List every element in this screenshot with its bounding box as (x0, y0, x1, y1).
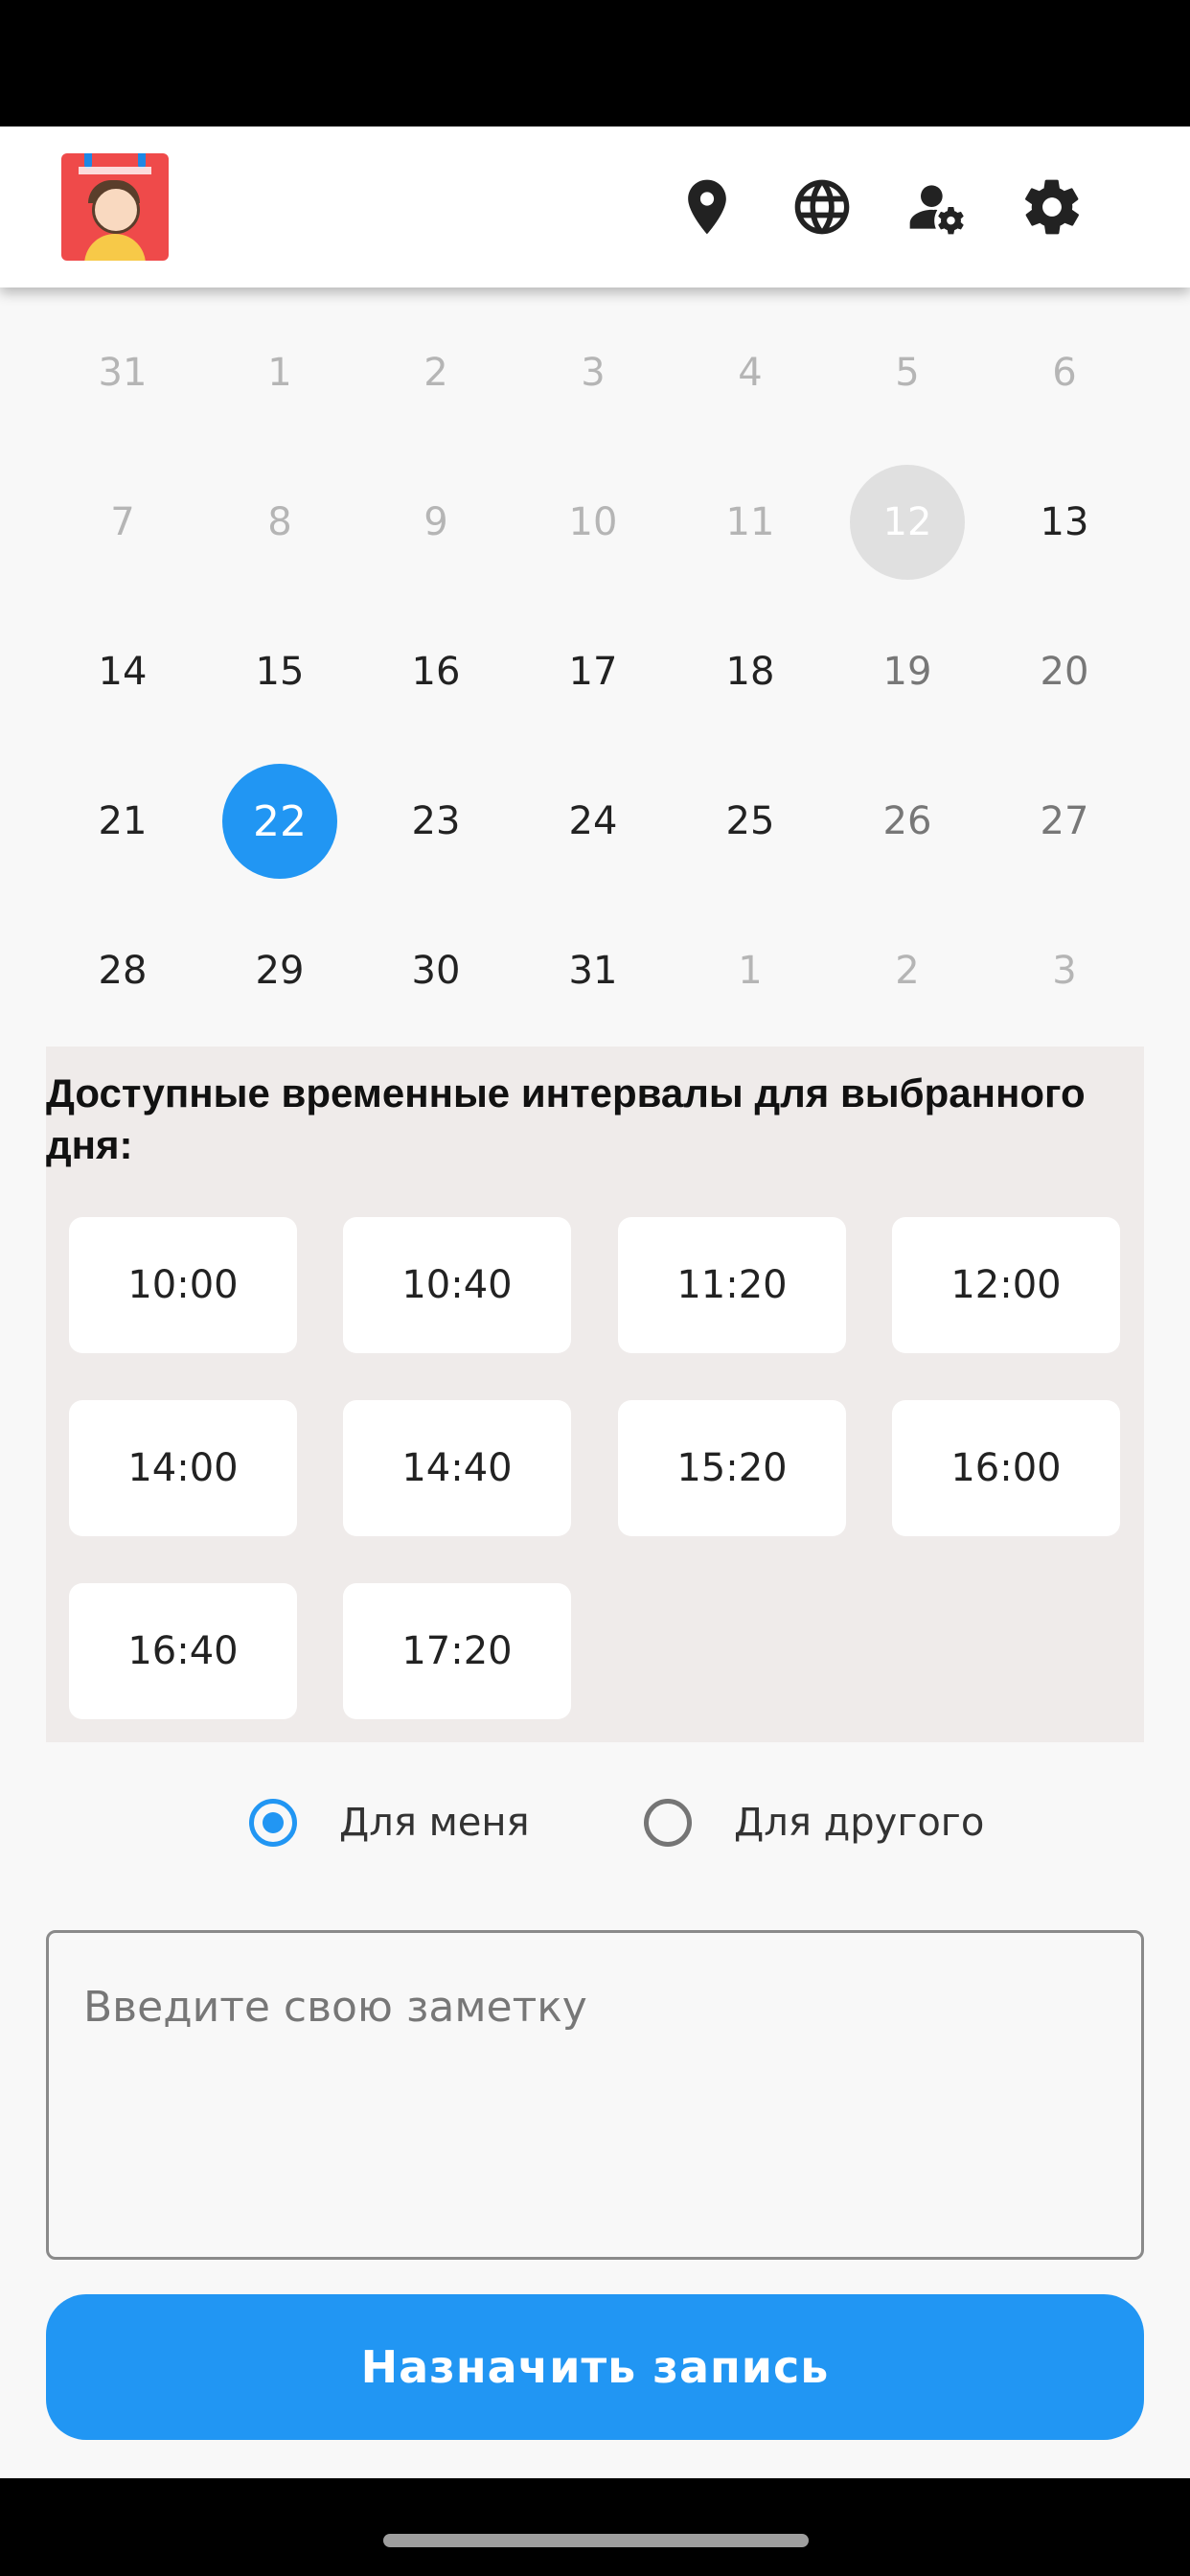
calendar-day[interactable]: 17 (536, 614, 651, 729)
time-slot-button[interactable]: 11:20 (618, 1217, 846, 1353)
time-slot-button[interactable]: 14:00 (69, 1400, 297, 1536)
book-appointment-button[interactable]: Назначить запись (46, 2294, 1144, 2440)
calendar-day[interactable]: 14 (65, 614, 180, 729)
calendar-day[interactable]: 1 (693, 913, 808, 1028)
time-slot-button[interactable]: 12:00 (892, 1217, 1120, 1353)
calendar-day[interactable]: 24 (536, 764, 651, 879)
app-logo[interactable] (61, 153, 169, 261)
settings-button[interactable] (1014, 169, 1090, 245)
calendar-day[interactable]: 12 (850, 465, 965, 580)
calendar-day[interactable]: 3 (536, 315, 651, 430)
radio-option-for-other[interactable]: Для другого (644, 1784, 984, 1861)
calendar-day[interactable]: 5 (850, 315, 965, 430)
calendar-day[interactable]: 28 (65, 913, 180, 1028)
user-settings-button[interactable] (899, 169, 975, 245)
calendar-day[interactable]: 21 (65, 764, 180, 879)
time-slot-button[interactable]: 15:20 (618, 1400, 846, 1536)
radio-label-for-other: Для другого (734, 1801, 985, 1845)
calendar-day[interactable]: 9 (378, 465, 493, 580)
time-slot-button[interactable]: 10:00 (69, 1217, 297, 1353)
calendar-day[interactable]: 29 (222, 913, 337, 1028)
radio-label-for-me: Для меня (339, 1801, 530, 1845)
calendar-day[interactable]: 31 (65, 315, 180, 430)
logo-figure-body (84, 234, 146, 261)
calendar-day[interactable]: 19 (850, 614, 965, 729)
calendar-day[interactable]: 2 (850, 913, 965, 1028)
calendar-day[interactable]: 22 (222, 764, 337, 879)
calendar-day[interactable]: 30 (378, 913, 493, 1028)
time-slots-panel: Доступные временные интервалы для выбран… (46, 1046, 1144, 1742)
calendar-day[interactable]: 13 (1007, 465, 1122, 580)
time-slot-button[interactable]: 10:40 (343, 1217, 571, 1353)
calendar-day[interactable]: 23 (378, 764, 493, 879)
app-screen: 31 1 2 3 4 5 6 7 8 9 10 11 12 13 14 15 16 17 18 19 20 21 22 23 2… (0, 0, 1190, 2576)
location-button[interactable] (669, 169, 745, 245)
status-bar (0, 0, 1190, 126)
time-slot-button[interactable]: 17:20 (343, 1583, 571, 1719)
user-settings-icon (909, 185, 964, 235)
time-slot-button[interactable]: 14:40 (343, 1400, 571, 1536)
calendar-day[interactable]: 3 (1007, 913, 1122, 1028)
booking-for-radio-group: Для меня Для другого (0, 1784, 1190, 1861)
calendar-day[interactable]: 18 (693, 614, 808, 729)
home-indicator[interactable] (383, 2534, 809, 2547)
calendar-day[interactable]: 10 (536, 465, 651, 580)
globe-icon (794, 179, 850, 235)
note-input[interactable] (46, 1930, 1144, 2260)
radio-unchecked-icon (644, 1799, 692, 1847)
calendar-day[interactable]: 8 (222, 465, 337, 580)
time-slot-button[interactable]: 16:40 (69, 1583, 297, 1719)
calendar-day[interactable]: 1 (222, 315, 337, 430)
time-slot-button[interactable]: 16:00 (892, 1400, 1120, 1536)
calendar-day[interactable]: 6 (1007, 315, 1122, 430)
calendar-day[interactable]: 16 (378, 614, 493, 729)
location-pin-icon (688, 179, 726, 235)
calendar-day[interactable]: 11 (693, 465, 808, 580)
logo-banner (79, 167, 151, 174)
system-navigation-bar (0, 2478, 1190, 2576)
calendar-day[interactable]: 20 (1007, 614, 1122, 729)
calendar-day[interactable]: 2 (378, 315, 493, 430)
calendar-day[interactable]: 31 (536, 913, 651, 1028)
calendar-day[interactable]: 25 (693, 764, 808, 879)
logo-figure-face (92, 186, 140, 234)
calendar-day[interactable]: 7 (65, 465, 180, 580)
app-bar (0, 126, 1190, 288)
calendar-day[interactable]: 26 (850, 764, 965, 879)
calendar-day[interactable]: 4 (693, 315, 808, 430)
radio-checked-icon (249, 1799, 297, 1847)
gear-icon (1025, 179, 1079, 235)
language-button[interactable] (784, 169, 860, 245)
calendar-day[interactable]: 27 (1007, 764, 1122, 879)
radio-option-for-me[interactable]: Для меня (249, 1784, 530, 1861)
calendar-day[interactable]: 15 (222, 614, 337, 729)
time-slots-title: Доступные временные интервалы для выбран… (46, 1070, 1086, 1167)
